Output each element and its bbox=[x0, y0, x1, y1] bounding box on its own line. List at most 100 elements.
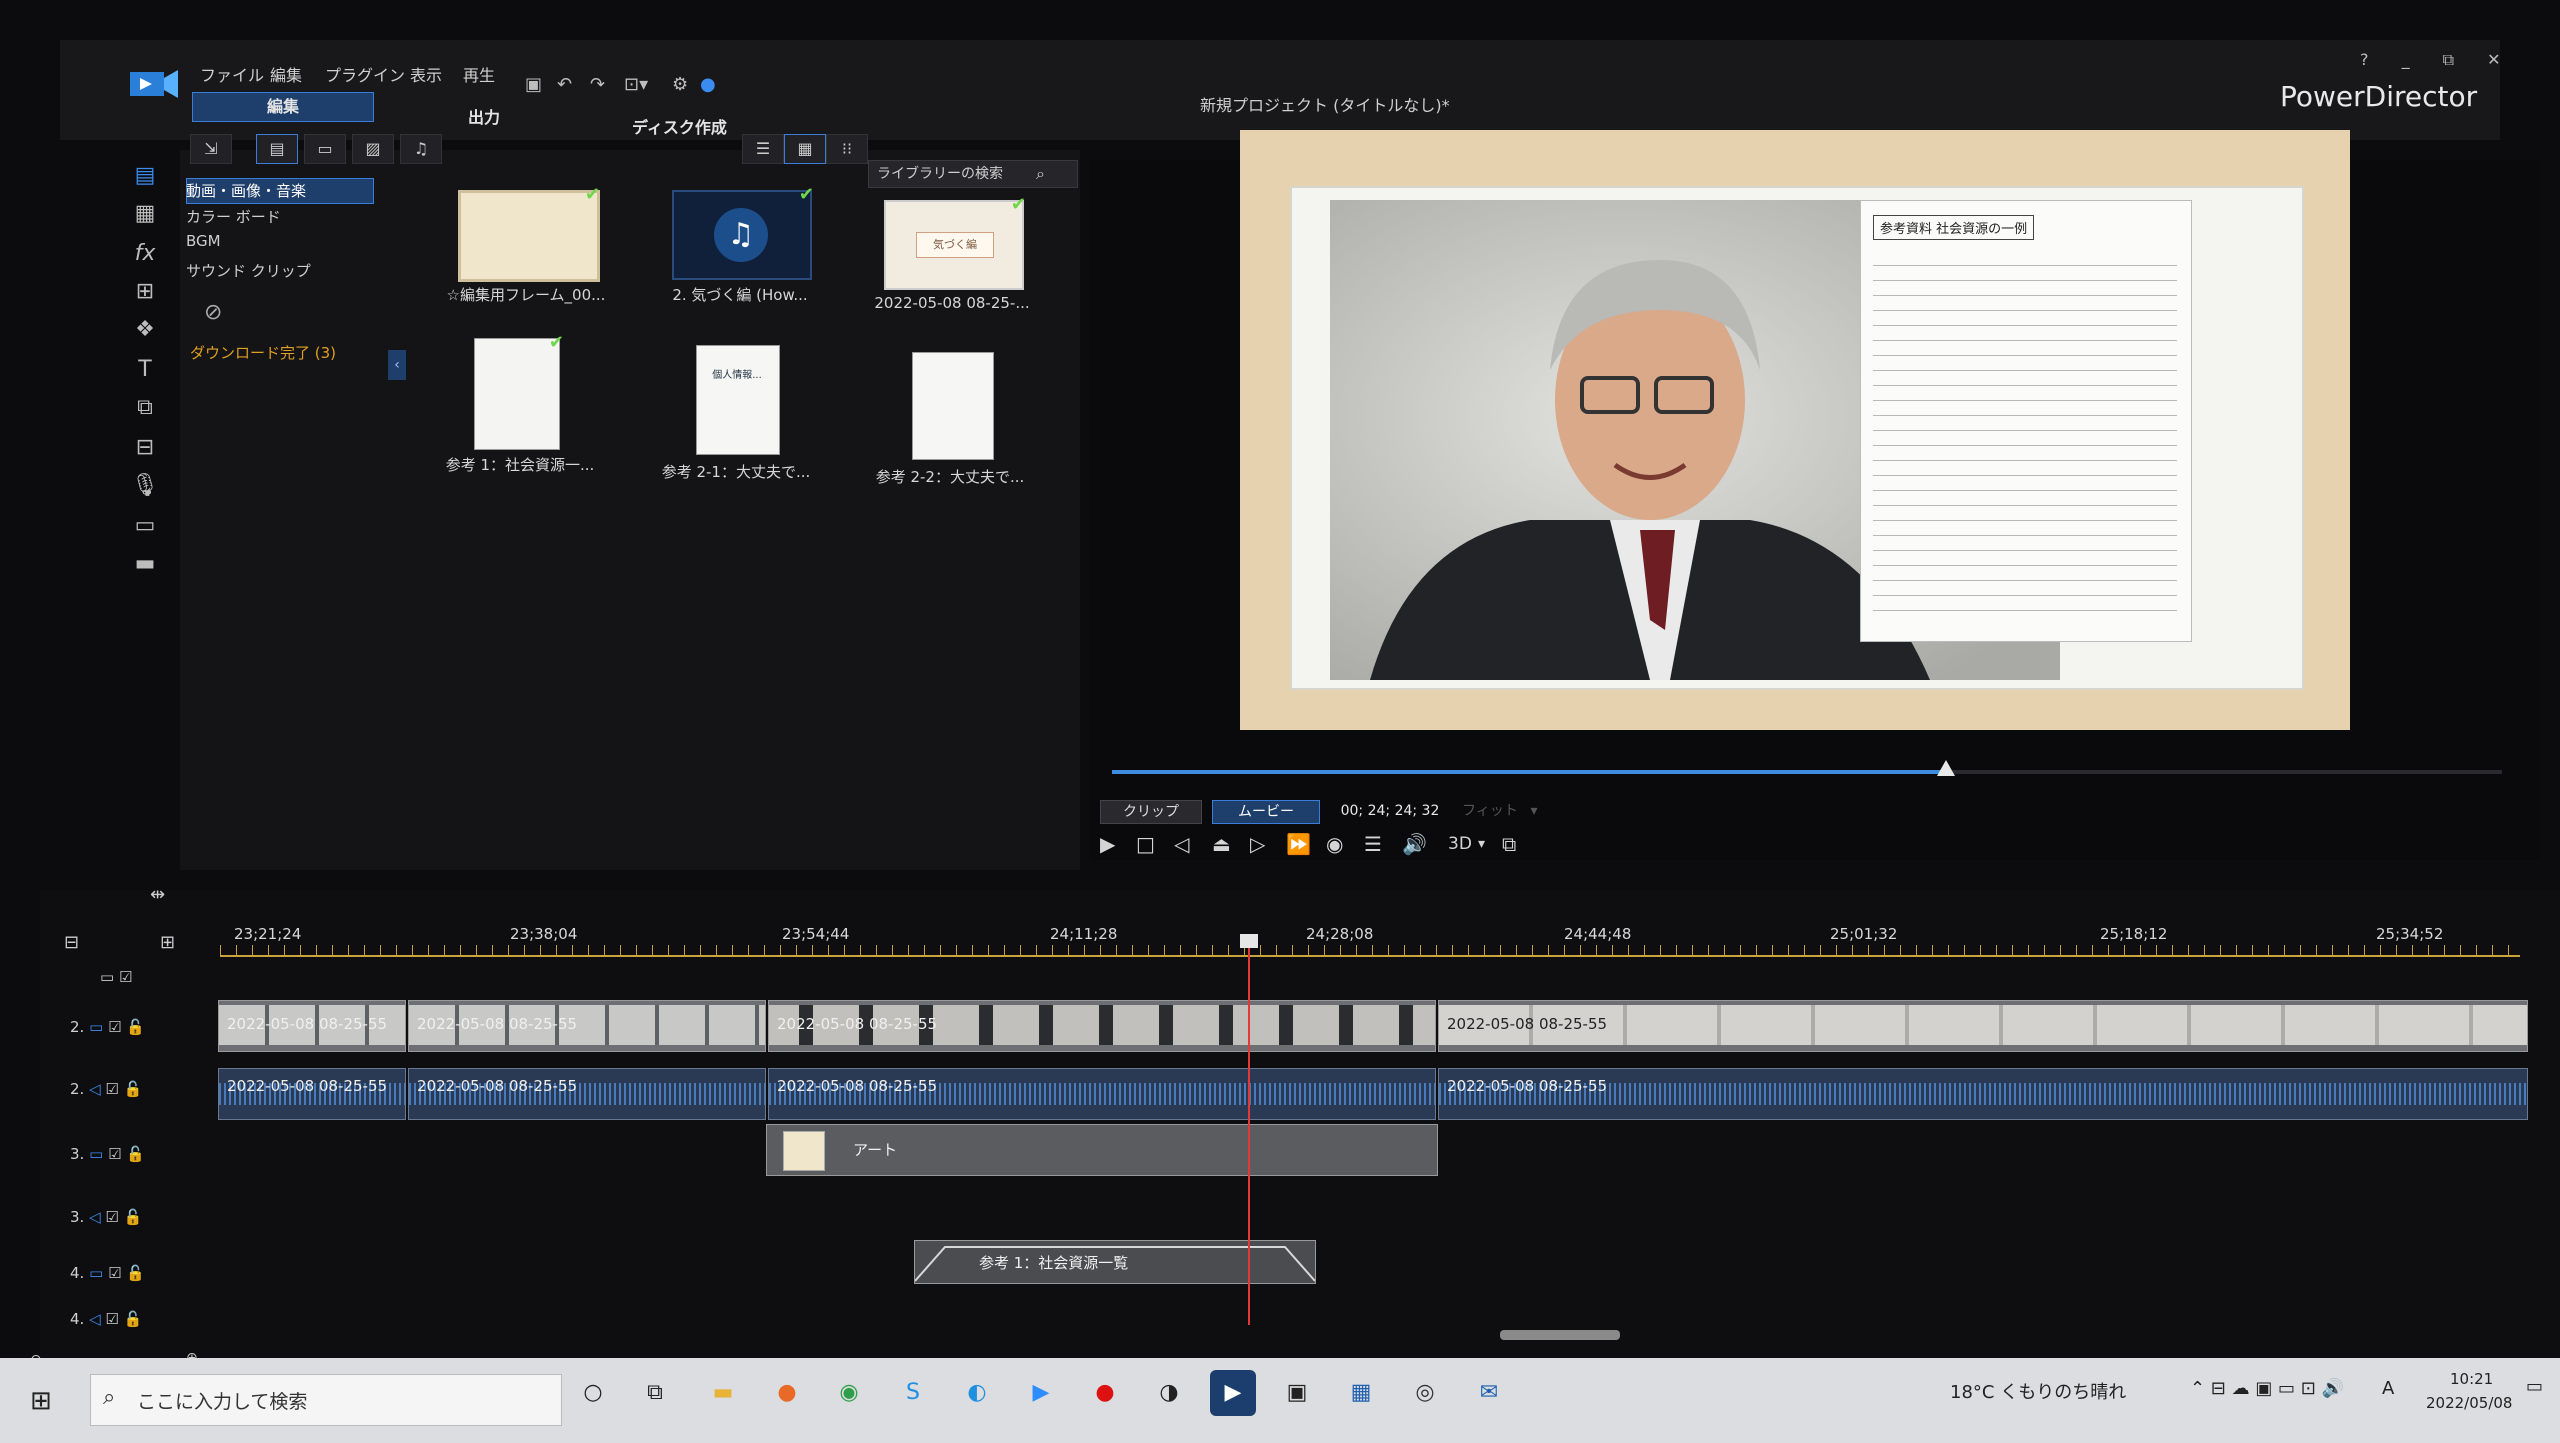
camera-icon[interactable]: ◉ bbox=[1326, 832, 1343, 856]
import-icon[interactable]: ⇲ bbox=[190, 134, 232, 164]
firefox-icon[interactable]: ● bbox=[764, 1370, 810, 1416]
list-view-icon[interactable]: ☰ bbox=[742, 134, 784, 164]
track-enable-checkbox[interactable]: ☑ bbox=[108, 1018, 121, 1036]
image-filter-icon[interactable]: ▨ bbox=[352, 134, 394, 164]
tray-icons[interactable]: ⌃ ⊟ ☁ ▣ ▭ ⊡ 🔊 bbox=[2190, 1378, 2344, 1399]
track-lock-icon[interactable]: 🔓 bbox=[126, 1264, 145, 1282]
timeline-playhead[interactable] bbox=[1248, 940, 1250, 1325]
voice-over-icon[interactable]: 🎙 bbox=[120, 470, 170, 502]
menu-view[interactable]: 表示 bbox=[410, 62, 442, 86]
category-sound-clip[interactable]: サウンド クリップ bbox=[186, 260, 311, 281]
cortana-icon[interactable]: ○ bbox=[570, 1370, 616, 1416]
audio-clip[interactable]: 2022-05-08 08-25-55 bbox=[768, 1068, 1436, 1120]
file-explorer-icon[interactable]: ▬ bbox=[700, 1370, 746, 1416]
pip-room-icon[interactable]: ⊞ bbox=[120, 276, 170, 308]
grid-view-icon[interactable]: ▦ bbox=[784, 134, 826, 164]
media-room-icon[interactable]: ▤ bbox=[120, 160, 170, 192]
preview-progress-played[interactable] bbox=[1112, 770, 1946, 774]
particle-room-icon[interactable]: ❖ bbox=[120, 314, 170, 346]
fx-room-icon[interactable]: fx bbox=[120, 238, 170, 270]
edge-icon[interactable]: ◐ bbox=[954, 1370, 1000, 1416]
download-complete-folder[interactable]: ダウンロード完了 (3) bbox=[190, 342, 336, 363]
timeline-scrollbar[interactable] bbox=[1500, 1330, 1620, 1340]
previous-frame-icon[interactable]: ◁ bbox=[1174, 832, 1189, 856]
video-filter-icon[interactable]: ▭ bbox=[304, 134, 346, 164]
category-color-board[interactable]: カラー ボード bbox=[186, 206, 281, 227]
menu-file[interactable]: ファイル bbox=[200, 62, 264, 86]
category-bgm[interactable]: BGM bbox=[186, 232, 221, 250]
three-d-dropdown-icon[interactable]: ▾ bbox=[1478, 836, 1485, 852]
clock-date[interactable]: 2022/05/08 bbox=[2426, 1394, 2512, 1412]
track-lock-icon[interactable]: 🔓 bbox=[124, 1310, 143, 1328]
tag-add-icon[interactable]: ⊘ bbox=[204, 300, 222, 325]
track-lock-icon[interactable]: 🔓 bbox=[126, 1145, 145, 1163]
audio-clip[interactable]: 2022-05-08 08-25-55 bbox=[218, 1068, 406, 1120]
media-app-icon[interactable]: ▣ bbox=[1274, 1370, 1320, 1416]
clock-time[interactable]: 10:21 bbox=[2450, 1370, 2493, 1388]
fast-forward-icon[interactable]: ⏩ bbox=[1286, 832, 1311, 856]
windows-start-icon[interactable]: ⊞ bbox=[30, 1386, 52, 1416]
thumb-size-icon[interactable]: ⁝⁝ bbox=[826, 134, 868, 164]
photos-icon[interactable]: ▦ bbox=[1338, 1370, 1384, 1416]
settings-icon[interactable]: ⚙ bbox=[672, 74, 688, 95]
outlook-icon[interactable]: ✉ bbox=[1466, 1370, 1512, 1416]
video-clip[interactable]: 2022-05-08 08-25-55 bbox=[768, 1000, 1436, 1052]
track-enable-checkbox[interactable]: ☑ bbox=[105, 1310, 118, 1328]
menu-play[interactable]: 再生 bbox=[463, 62, 495, 86]
audio-mixer-icon[interactable]: ⊟ bbox=[120, 432, 170, 464]
search-icon[interactable]: ⌕ bbox=[1036, 164, 1045, 184]
camera-app-icon[interactable]: ◎ bbox=[1402, 1370, 1448, 1416]
track-lock-icon[interactable]: 🔓 bbox=[124, 1080, 143, 1098]
library-item[interactable]: ✔ 参考 1：社会資源一... bbox=[440, 332, 600, 474]
chrome-icon[interactable]: ◉ bbox=[826, 1370, 872, 1416]
fit-dropdown-icon[interactable]: ▾ bbox=[1524, 800, 1544, 822]
track-enable-checkbox[interactable]: ☑ bbox=[108, 1145, 121, 1163]
chapter-room-icon[interactable]: ▭ bbox=[120, 510, 170, 542]
clip-mode-button[interactable]: クリップ bbox=[1100, 800, 1202, 824]
playhead-handle[interactable] bbox=[1240, 934, 1258, 948]
media-filter-all-icon[interactable]: ▤ bbox=[256, 134, 298, 164]
track-enable-checkbox[interactable]: ☑ bbox=[119, 968, 132, 986]
track-lock-icon[interactable]: 🔓 bbox=[124, 1208, 143, 1226]
play-icon[interactable]: ▶ bbox=[1100, 832, 1115, 856]
title-room-icon[interactable]: T bbox=[120, 354, 170, 386]
preview-progress-remaining[interactable] bbox=[1946, 770, 2502, 774]
task-view-icon[interactable]: ⧉ bbox=[632, 1370, 678, 1416]
undo-icon[interactable]: ↶ bbox=[557, 74, 572, 95]
redo-icon[interactable]: ↷ bbox=[590, 74, 605, 95]
library-item[interactable]: 気づく編 ✔ 2022-05-08 08-25-... bbox=[872, 194, 1032, 312]
skype-icon[interactable]: S bbox=[890, 1370, 936, 1416]
info-icon[interactable]: ● bbox=[700, 74, 716, 95]
overlay-clip[interactable]: アート bbox=[766, 1124, 1438, 1176]
video-clip[interactable]: 2022-05-08 08-25-55 bbox=[218, 1000, 406, 1052]
fit-timeline-icon[interactable]: ⇹ bbox=[150, 884, 165, 905]
storyboard-toggle-icon[interactable]: ⊞ bbox=[160, 932, 175, 953]
snapshot-marker-icon[interactable]: ⏏ bbox=[1212, 832, 1231, 856]
notification-icon[interactable]: ▭ bbox=[2526, 1376, 2543, 1397]
tab-edit[interactable]: 編集 bbox=[192, 92, 374, 122]
tab-output[interactable]: 出力 bbox=[468, 104, 500, 128]
obs-icon[interactable]: ◑ bbox=[1146, 1370, 1192, 1416]
weather-widget[interactable]: 18°C くもりのち晴れ bbox=[1950, 1378, 2126, 1404]
collapse-panel-icon[interactable]: ‹ bbox=[388, 350, 406, 380]
timecode-display[interactable]: 00; 24; 24; 32 bbox=[1330, 800, 1450, 822]
pip-clip[interactable]: 参考 1：社会資源一覧 bbox=[914, 1240, 1316, 1284]
three-d-toggle[interactable]: 3D bbox=[1448, 834, 1472, 854]
track-lock-icon[interactable]: 🔓 bbox=[126, 1018, 145, 1036]
undock-preview-icon[interactable]: ⧉ bbox=[1502, 832, 1516, 856]
track-manager-icon[interactable]: ⊟ bbox=[64, 932, 79, 953]
library-item[interactable]: ✔ ☆編集用フレーム_00... bbox=[446, 184, 606, 304]
powerdirector-taskbar-icon[interactable]: ▶ bbox=[1210, 1370, 1256, 1416]
preview-scrub-handle[interactable] bbox=[1937, 760, 1955, 776]
template-room-icon[interactable]: ▦ bbox=[120, 198, 170, 230]
library-search-input[interactable]: ライブラリーの検索 bbox=[868, 160, 1078, 188]
music-filter-icon[interactable]: ♫ bbox=[400, 134, 442, 164]
menu-plugin[interactable]: プラグイン bbox=[325, 62, 405, 86]
video-clip[interactable]: 2022-05-08 08-25-55 bbox=[1438, 1000, 2528, 1052]
fit-zoom-select[interactable]: フィット bbox=[1460, 800, 1520, 822]
stop-icon[interactable]: □ bbox=[1136, 832, 1155, 856]
audio-clip[interactable]: 2022-05-08 08-25-55 bbox=[1438, 1068, 2528, 1120]
video-clip[interactable]: 2022-05-08 08-25-55 bbox=[408, 1000, 766, 1052]
volume-icon[interactable]: 🔊 bbox=[1402, 832, 1427, 856]
transition-room-icon[interactable]: ⧉ bbox=[120, 392, 170, 424]
